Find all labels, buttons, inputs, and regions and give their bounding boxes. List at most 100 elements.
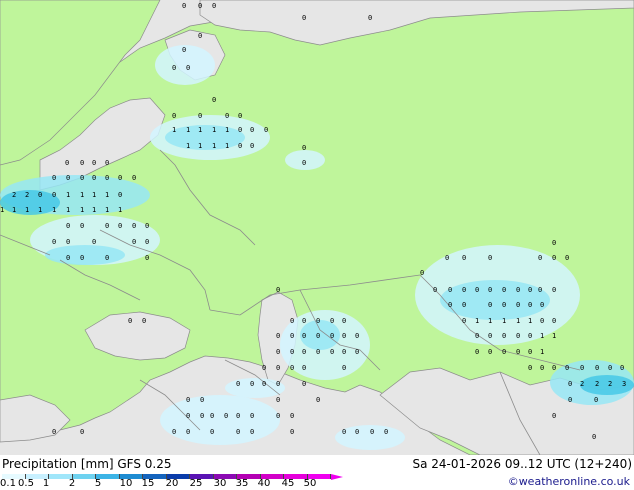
precip-symbol: 1 — [105, 206, 109, 214]
precip-symbol: 0 — [236, 380, 240, 388]
precip-symbol: 0 — [552, 364, 556, 372]
scale-tick-label: 1 — [42, 478, 50, 489]
precip-symbol: 0 — [316, 396, 320, 404]
precip-symbol: 0 — [342, 332, 346, 340]
precip-symbol: 0 — [608, 364, 612, 372]
precip-symbol: 0 — [66, 174, 70, 182]
color-scale: 0.1 0.5 1 2 5 10 15 20 25 30 35 40 45 50 — [0, 474, 343, 490]
precip-symbol: 0 — [516, 332, 520, 340]
precip-symbol: 0 — [502, 348, 506, 356]
scale-tick-label: 20 — [165, 478, 179, 489]
precip-symbol: 0 — [128, 317, 132, 325]
precip-symbol: 0 — [420, 269, 424, 277]
weather-map-page: 0000000000000011111000111100000000000000… — [0, 0, 634, 490]
precip-symbol: 0 — [145, 254, 149, 262]
precip-symbol: 0 — [462, 254, 466, 262]
precip-symbol: 0 — [540, 364, 544, 372]
precip-symbol: 0 — [355, 332, 359, 340]
valid-time: Sa 24-01-2026 09..12 UTC (12+240) — [412, 457, 632, 471]
precip-symbol: 0 — [80, 159, 84, 167]
precip-symbol: 0 — [132, 222, 136, 230]
precip-symbol: 0 — [250, 380, 254, 388]
precip-symbol: 1 — [92, 206, 96, 214]
precip-area — [0, 190, 60, 215]
precip-symbol: 0 — [565, 254, 569, 262]
precip-symbol: 0 — [302, 317, 306, 325]
precip-symbol: 1 — [186, 142, 190, 150]
precip-symbol: 1 — [540, 332, 544, 340]
precip-symbol: 0 — [475, 348, 479, 356]
precip-symbol: 0 — [462, 301, 466, 309]
precip-symbol: 0 — [145, 238, 149, 246]
precip-symbol: 0 — [105, 222, 109, 230]
precip-symbol: 1 — [225, 126, 229, 134]
precip-symbol: 0 — [462, 286, 466, 294]
precip-symbol: 0 — [172, 112, 176, 120]
precip-symbol: 0 — [370, 428, 374, 436]
scale-tick-label: 2 — [68, 478, 76, 489]
precip-symbol: 0 — [290, 332, 294, 340]
precip-symbol: 1 — [186, 126, 190, 134]
precip-symbol: 0 — [594, 396, 598, 404]
precip-symbol: 0 — [528, 364, 532, 372]
precip-symbol: 0 — [502, 332, 506, 340]
precip-symbol: 0 — [540, 317, 544, 325]
precip-symbol: 1 — [52, 206, 56, 214]
scale-arrow — [331, 474, 343, 480]
precip-symbol: 0 — [384, 428, 388, 436]
precip-symbol: 0 — [302, 332, 306, 340]
scale-tick-label: 50 — [303, 478, 317, 489]
precip-symbol: 1 — [225, 142, 229, 150]
precip-symbol: 0 — [105, 159, 109, 167]
precip-symbol: 0 — [516, 301, 520, 309]
precip-symbol: 1 — [540, 348, 544, 356]
precip-symbol: 0 — [236, 428, 240, 436]
precip-symbol: 0 — [302, 364, 306, 372]
precip-symbol: 0 — [200, 396, 204, 404]
precip-symbol: 1 — [12, 206, 16, 214]
precip-symbol: 0 — [66, 254, 70, 262]
precip-symbol: 0 — [198, 112, 202, 120]
precip-symbol: 1 — [502, 317, 506, 325]
precip-symbol: 0 — [262, 380, 266, 388]
scale-tick-label: 30 — [213, 478, 227, 489]
precip-symbol: 0 — [250, 142, 254, 150]
precip-symbol: 2 — [12, 191, 16, 199]
precip-symbol: 1 — [212, 126, 216, 134]
precip-symbol: 0 — [105, 174, 109, 182]
precip-symbol: 0 — [225, 112, 229, 120]
precip-symbol: 0 — [198, 32, 202, 40]
precip-symbol: 0 — [592, 433, 596, 441]
precip-symbol: 0 — [580, 364, 584, 372]
precip-symbol: 0 — [342, 348, 346, 356]
precip-symbol: 0 — [552, 317, 556, 325]
credit-link[interactable]: ©weatheronline.co.uk — [508, 475, 630, 488]
precip-symbol: 0 — [92, 159, 96, 167]
precip-symbol: 0 — [448, 301, 452, 309]
precip-symbol: 0 — [568, 396, 572, 404]
precip-symbol: 0 — [565, 364, 569, 372]
precip-symbol: 0 — [488, 332, 492, 340]
precip-symbol: 0 — [290, 364, 294, 372]
precip-symbol: 0 — [186, 64, 190, 72]
precip-symbol: 0 — [92, 238, 96, 246]
precip-symbol: 0 — [330, 317, 334, 325]
precip-symbol: 0 — [488, 286, 492, 294]
precip-area — [165, 125, 245, 150]
precip-symbol: 0 — [316, 332, 320, 340]
precip-symbol: 0 — [302, 14, 306, 22]
precip-symbol: 0 — [210, 412, 214, 420]
precip-symbol: 0 — [38, 191, 42, 199]
precip-symbol: 0 — [302, 380, 306, 388]
legend-bar: Precipitation [mm] GFS 0.25 Sa 24-01-202… — [0, 455, 634, 490]
scale-swatch — [72, 474, 96, 479]
precip-symbol: 1 — [172, 126, 176, 134]
precip-symbol: 0 — [250, 126, 254, 134]
precip-symbol: 0 — [290, 317, 294, 325]
precip-symbol: 0 — [236, 412, 240, 420]
precip-symbol: 1 — [66, 191, 70, 199]
precip-symbol: 0 — [528, 332, 532, 340]
precip-area — [160, 395, 280, 445]
precip-symbol: 0 — [528, 286, 532, 294]
precip-symbol: 0 — [198, 2, 202, 10]
